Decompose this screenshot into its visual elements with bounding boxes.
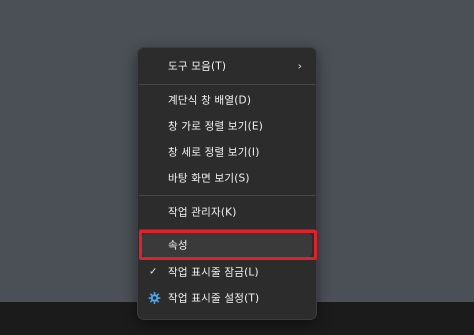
menu-item-label: 도구 모음(T) (168, 60, 227, 73)
menu-item-lock-taskbar[interactable]: ✓ 작업 표시줄 잠금(L) (142, 260, 312, 284)
menu-item-label: 창 가로 정렬 보기(E) (168, 120, 264, 133)
menu-item-toolbars[interactable]: 도구 모음(T) › (142, 54, 312, 78)
menu-item-taskbar-settings[interactable]: 작업 표시줄 설정(T) (142, 286, 312, 310)
menu-item-label: 작업 표시줄 잠금(L) (168, 266, 259, 279)
menu-item-label: 창 세로 정렬 보기(I) (168, 146, 260, 159)
menu-item-show-desktop[interactable]: 바탕 화면 보기(S) (142, 166, 312, 190)
menu-separator (139, 195, 315, 196)
menu-item-label: 작업 표시줄 설정(T) (168, 292, 260, 305)
menu-item-task-manager[interactable]: 작업 관리자(K) (142, 200, 312, 224)
taskbar-context-menu: 도구 모음(T) › 계단식 창 배열(D) 창 가로 정렬 보기(E) 창 세… (137, 47, 317, 320)
chevron-right-icon: › (297, 59, 302, 73)
menu-item-label: 바탕 화면 보기(S) (168, 172, 250, 185)
highlight-annotation-box (139, 230, 317, 260)
menu-separator (139, 84, 315, 85)
menu-item-label: 작업 관리자(K) (168, 206, 237, 219)
menu-item-show-windows-stacked[interactable]: 창 가로 정렬 보기(E) (142, 114, 312, 138)
menu-item-label: 계단식 창 배열(D) (168, 94, 252, 107)
menu-item-show-windows-side-by-side[interactable]: 창 세로 정렬 보기(I) (142, 140, 312, 164)
checkmark-icon: ✓ (149, 266, 158, 278)
menu-item-cascade-windows[interactable]: 계단식 창 배열(D) (142, 88, 312, 112)
gear-icon (148, 292, 161, 304)
